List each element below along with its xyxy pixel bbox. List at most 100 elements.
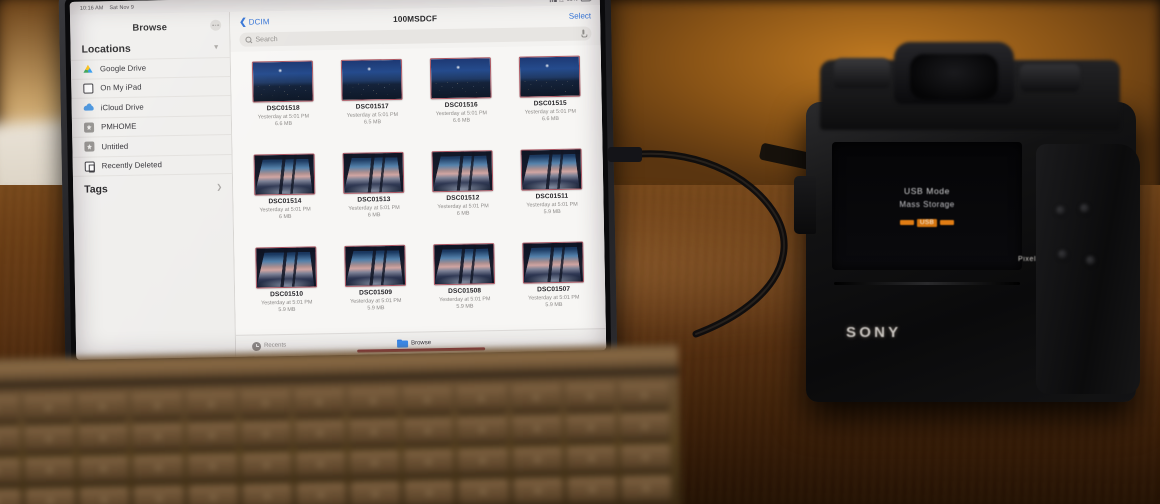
file-name: DSC01515 — [533, 99, 567, 108]
file-item[interactable]: DSC01514 Yesterday at 5:01 PM 6 MB — [241, 149, 330, 244]
file-name: DSC01509 — [359, 289, 393, 297]
lcd-usb-mode-label: USB Mode — [904, 185, 950, 196]
status-time: 10:16 AM — [79, 4, 104, 12]
file-size: 5.9 MB — [545, 302, 563, 309]
file-grid: DSC01518 Yesterday at 5:01 PM 6.6 MB DSC… — [230, 45, 606, 335]
photo-scene: USB Mode Mass Storage USB Pixel SONY 10:… — [0, 0, 1160, 504]
file-item[interactable]: DSC01508 Yesterday at 5:01 PM 5.9 MB — [420, 239, 509, 334]
file-thumbnail[interactable] — [251, 60, 314, 103]
trash-icon — [84, 161, 95, 172]
file-size: 6.6 MB — [452, 117, 471, 125]
file-thumbnail[interactable] — [522, 241, 584, 284]
file-thumbnail[interactable] — [520, 148, 583, 191]
sidebar-section-tags-label: Tags — [84, 184, 108, 196]
tab-browse-label: Browse — [411, 339, 432, 347]
camera-exposure-dial — [1020, 64, 1080, 92]
sidebar: Browse Locations ▼ Google Drive On My iP… — [69, 11, 237, 360]
sidebar-title: Browse — [132, 20, 168, 33]
camera-mode-dial — [834, 58, 890, 88]
keyboard-keys[interactable] — [0, 382, 672, 504]
file-thumbnail[interactable] — [340, 58, 403, 101]
usb-bar-right — [940, 220, 955, 225]
file-item[interactable]: DSC01511 Yesterday at 5:01 PM 5.9 MB — [507, 144, 596, 239]
camera-button-4 — [1086, 256, 1095, 265]
back-button[interactable]: ❮ DCIM — [239, 17, 270, 27]
file-metadata: Yesterday at 5:01 PM 5.9 MB — [261, 299, 313, 316]
file-name: DSC01517 — [355, 103, 389, 111]
battery-percent-label: 39% — [567, 0, 578, 2]
file-metadata: Yesterday at 5:01 PM 5.9 MB — [528, 294, 580, 311]
file-thumbnail[interactable] — [429, 57, 492, 100]
folder-icon — [397, 339, 408, 348]
file-name: DSC01518 — [266, 104, 300, 113]
icloud-icon — [84, 103, 94, 113]
file-size: 6 MB — [456, 210, 470, 218]
file-size: 6 MB — [367, 212, 381, 219]
content-pane: ❮ DCIM 100MSDCF Select Search DSC01518 Y… — [229, 5, 607, 357]
back-button-label: DCIM — [248, 17, 270, 27]
cellular-signal-icon — [549, 0, 557, 3]
lcd-mass-storage-label: Mass Storage — [899, 199, 955, 209]
ipad-screen: 10:16 AM Sat Nov 9 △ 39% — [69, 0, 607, 360]
clock-icon — [252, 341, 262, 351]
sidebar-item-recently-deleted[interactable]: Recently Deleted — [72, 154, 232, 177]
chevron-left-icon: ❮ — [239, 16, 247, 27]
smart-keyboard — [0, 344, 682, 504]
search-placeholder: Search — [255, 35, 278, 43]
file-name: DSC01510 — [270, 290, 304, 299]
ipad-icon — [83, 83, 94, 94]
sidebar-item-label: Untitled — [101, 141, 129, 152]
tab-recents[interactable]: Recents — [252, 341, 286, 351]
file-metadata: Yesterday at 5:01 PM 5.9 MB — [350, 297, 402, 314]
tab-browse[interactable]: Browse — [397, 339, 431, 348]
microphone-icon[interactable] — [581, 29, 585, 37]
chevron-right-icon[interactable]: ❯ — [216, 184, 222, 191]
chevron-down-icon[interactable]: ▼ — [213, 44, 220, 51]
file-thumbnail[interactable] — [255, 246, 318, 289]
status-bar-left: 10:16 AM Sat Nov 9 — [80, 4, 134, 11]
file-item[interactable]: DSC01507 Yesterday at 5:01 PM 5.9 MB — [509, 237, 598, 332]
file-item[interactable]: DSC01510 Yesterday at 5:01 PM 5.9 MB — [242, 242, 331, 335]
file-metadata: Yesterday at 5:01 PM 5.9 MB — [439, 296, 491, 313]
file-name: DSC01511 — [535, 192, 569, 201]
file-thumbnail[interactable] — [344, 244, 407, 287]
camera-button-1 — [1056, 206, 1065, 215]
file-thumbnail[interactable] — [342, 151, 405, 194]
file-thumbnail[interactable] — [253, 153, 316, 196]
camera-lcd-screen: USB Mode Mass Storage USB — [832, 142, 1022, 270]
camera-card-slot — [834, 282, 1020, 285]
ipad-device: 10:16 AM Sat Nov 9 △ 39% — [58, 0, 618, 374]
select-button[interactable]: Select — [569, 11, 591, 20]
file-metadata: Yesterday at 5:01 PM 6.5 MB — [347, 111, 399, 128]
file-item[interactable]: DSC01517 Yesterday at 5:01 PM 6.5 MB — [328, 55, 417, 150]
file-size: 6.6 MB — [274, 121, 293, 128]
file-metadata: Yesterday at 5:01 PM 6 MB — [348, 204, 400, 221]
file-item[interactable]: DSC01518 Yesterday at 5:01 PM 6.6 MB — [239, 56, 328, 151]
sidebar-item-label: Google Drive — [99, 63, 147, 74]
file-item[interactable]: DSC01512 Yesterday at 5:01 PM 6 MB — [418, 146, 507, 241]
sony-camera: USB Mode Mass Storage USB Pixel SONY — [786, 24, 1160, 444]
file-size: 5.9 MB — [278, 307, 296, 314]
sidebar-section-tags-header[interactable]: Tags ❯ — [73, 174, 232, 200]
sidebar-item-label: On My iPad — [100, 82, 142, 93]
camera-brand-label: SONY — [846, 324, 902, 341]
file-thumbnail[interactable] — [518, 55, 581, 98]
file-item[interactable]: DSC01509 Yesterday at 5:01 PM 5.9 MB — [331, 241, 420, 335]
file-size: 5.9 MB — [367, 305, 385, 312]
sidebar-item-label: Recently Deleted — [101, 160, 163, 171]
file-thumbnail[interactable] — [433, 243, 495, 286]
usb-indicator-label: USB — [916, 218, 938, 227]
status-date: Sat Nov 9 — [109, 4, 135, 11]
files-app: Browse Locations ▼ Google Drive On My iP… — [69, 5, 607, 360]
sidebar-locations-list: Google Drive On My iPad iCloud Drive PMH… — [70, 56, 232, 177]
file-thumbnail[interactable] — [431, 150, 494, 193]
server-icon — [83, 122, 95, 133]
file-item[interactable]: DSC01515 Yesterday at 5:01 PM 6.6 MB — [506, 51, 595, 146]
more-options-icon[interactable] — [210, 19, 222, 31]
google-drive-icon — [83, 64, 93, 74]
file-name: DSC01516 — [444, 101, 478, 110]
file-item[interactable]: DSC01513 Yesterday at 5:01 PM 6 MB — [329, 148, 418, 243]
file-item[interactable]: DSC01516 Yesterday at 5:01 PM 6.6 MB — [417, 53, 506, 148]
file-name: DSC01512 — [446, 194, 480, 203]
ipad-bezel: 10:16 AM Sat Nov 9 △ 39% — [64, 0, 612, 365]
